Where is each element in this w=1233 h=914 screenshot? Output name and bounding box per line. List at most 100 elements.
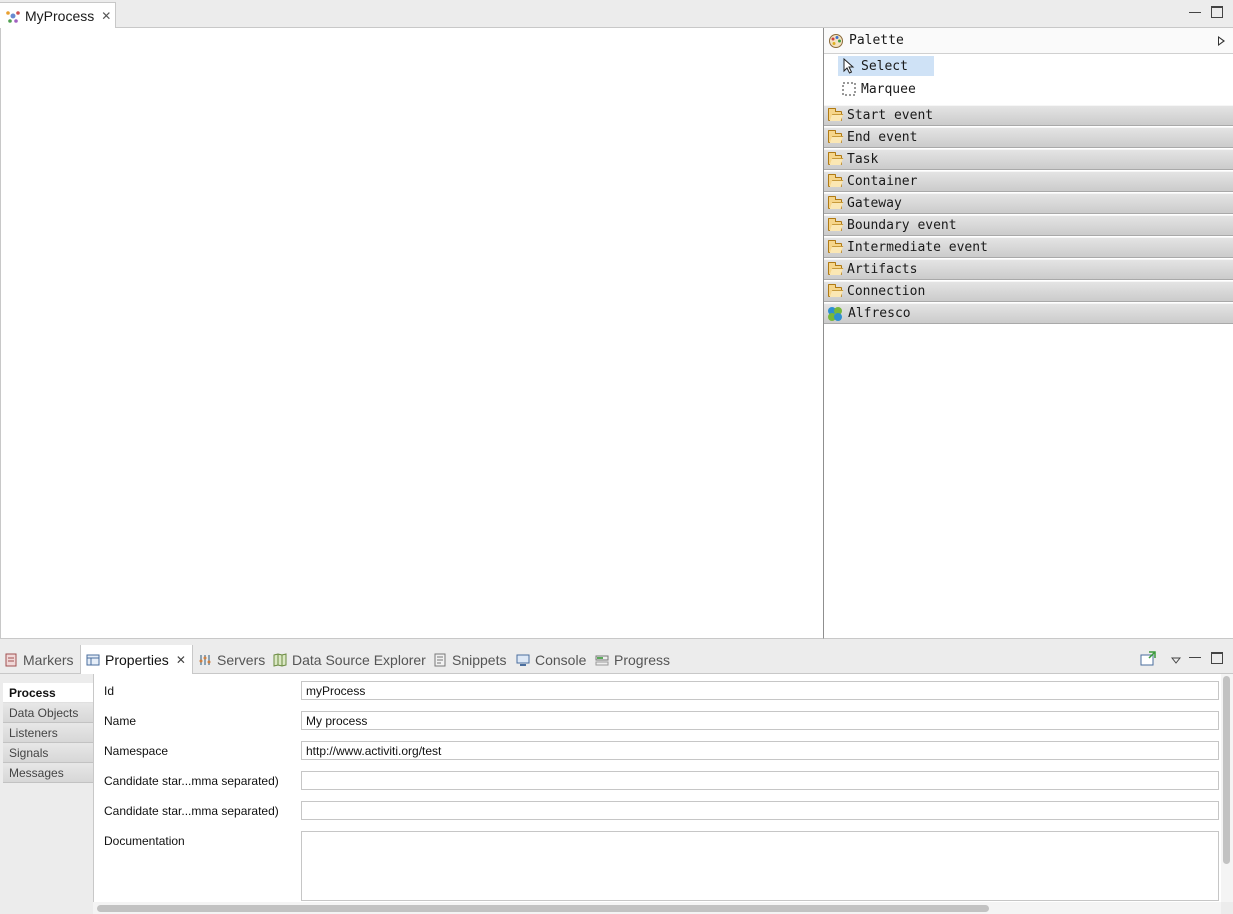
- folder-icon: [828, 195, 842, 209]
- palette-drawer-boundary-event[interactable]: Boundary event: [824, 215, 1233, 236]
- snippets-icon: [433, 653, 447, 667]
- minimize-icon[interactable]: [1189, 6, 1201, 13]
- horizontal-scrollbar[interactable]: [93, 902, 1221, 914]
- tab-label: Data Source Explorer: [292, 651, 426, 668]
- servers-icon: [198, 653, 212, 667]
- tab-properties[interactable]: Properties ✕: [80, 645, 193, 674]
- drawer-label: Gateway: [847, 196, 902, 211]
- progress-icon: [595, 653, 609, 667]
- palette-drawer-connection[interactable]: Connection: [824, 281, 1233, 302]
- open-console-icon[interactable]: [1140, 651, 1156, 667]
- palette-drawer-gateway[interactable]: Gateway: [824, 193, 1233, 214]
- folder-icon: [828, 173, 842, 187]
- namespace-field[interactable]: [301, 741, 1219, 760]
- tab-label: Markers: [23, 651, 74, 668]
- marquee-icon: [842, 82, 856, 96]
- tab-snippets[interactable]: Snippets: [433, 645, 506, 674]
- minimize-icon[interactable]: [1189, 651, 1201, 658]
- id-field[interactable]: [301, 681, 1219, 700]
- drawer-label: Intermediate event: [847, 240, 988, 255]
- alfresco-icon: [827, 306, 843, 322]
- folder-icon: [828, 239, 842, 253]
- prop-tab-process[interactable]: Process: [3, 683, 93, 703]
- drawer-label: Connection: [847, 284, 926, 299]
- cursor-arrow-icon: [842, 58, 856, 74]
- folder-icon: [828, 151, 842, 165]
- diagram-canvas[interactable]: [0, 28, 823, 639]
- tab-markers[interactable]: Markers: [4, 645, 74, 674]
- drawer-label: Container: [847, 174, 918, 189]
- palette-drawer-end-event[interactable]: End event: [824, 127, 1233, 148]
- palette-drawer-artifacts[interactable]: Artifacts: [824, 259, 1233, 280]
- drawer-label: Artifacts: [847, 262, 918, 277]
- candidate-groups-label: Candidate star...mma separated): [104, 804, 279, 818]
- documentation-label: Documentation: [104, 834, 185, 848]
- properties-icon: [86, 653, 100, 667]
- namespace-label: Namespace: [104, 744, 169, 758]
- tab-label: Properties: [105, 651, 169, 668]
- id-label: Id: [104, 684, 115, 698]
- prop-tab-listeners[interactable]: Listeners: [3, 723, 93, 743]
- process-icon: [5, 8, 21, 24]
- palette-title: Palette: [849, 33, 904, 48]
- prop-tab-data-objects[interactable]: Data Objects: [3, 703, 93, 723]
- prop-tab-signals[interactable]: Signals: [3, 743, 93, 763]
- drawer-label: Start event: [847, 108, 934, 123]
- close-icon[interactable]: ✕: [101, 9, 111, 23]
- documentation-field[interactable]: [301, 831, 1219, 901]
- prop-tab-messages[interactable]: Messages: [3, 763, 93, 783]
- vertical-scrollbar[interactable]: [1221, 674, 1233, 902]
- tab-label: Snippets: [452, 651, 507, 668]
- editor-tab-label: MyProcess: [25, 8, 95, 24]
- drawer-label: End event: [847, 130, 918, 145]
- tool-label: Select: [861, 58, 908, 74]
- palette: Palette Select Marquee Start event End e…: [823, 28, 1233, 639]
- name-label: Name: [104, 714, 137, 728]
- palette-drawer-task[interactable]: Task: [824, 149, 1233, 170]
- editor-tab-bar: MyProcess ✕: [0, 0, 1233, 29]
- tab-label: Servers: [217, 651, 266, 668]
- view-tab-bar: Markers Properties ✕ Servers Data Source…: [0, 645, 1233, 674]
- tab-label: Console: [535, 651, 587, 668]
- properties-section-tabs: Process Data Objects Listeners Signals M…: [3, 683, 93, 783]
- palette-tool-select[interactable]: Select: [838, 56, 934, 76]
- palette-drawer-alfresco[interactable]: Alfresco: [824, 303, 1233, 324]
- drawer-label: Boundary event: [847, 218, 957, 233]
- candidate-users-label: Candidate star...mma separated): [104, 774, 279, 788]
- palette-icon: [828, 33, 844, 49]
- palette-collapse-arrow-icon[interactable]: [1218, 36, 1225, 46]
- palette-drawer-start-event[interactable]: Start event: [824, 105, 1233, 126]
- drawer-label: Alfresco: [848, 306, 911, 321]
- tab-label: Progress: [614, 651, 671, 668]
- data-source-icon: [273, 652, 287, 667]
- folder-icon: [828, 283, 842, 297]
- folder-icon: [828, 261, 842, 275]
- drawer-label: Task: [847, 152, 879, 167]
- palette-drawer-container[interactable]: Container: [824, 171, 1233, 192]
- tab-console[interactable]: Console: [516, 645, 586, 674]
- palette-drawer-intermediate-event[interactable]: Intermediate event: [824, 237, 1233, 258]
- maximize-icon[interactable]: [1211, 6, 1223, 18]
- console-icon: [516, 653, 530, 667]
- candidate-users-field[interactable]: [301, 771, 1219, 790]
- tool-label: Marquee: [861, 81, 916, 97]
- properties-panel: Id Name Namespace Candidate star...mma s…: [93, 674, 1221, 902]
- vertical-scrollbar-thumb[interactable]: [1223, 676, 1230, 864]
- tab-progress[interactable]: Progress: [595, 645, 670, 674]
- palette-tool-marquee[interactable]: Marquee: [838, 79, 934, 99]
- tab-data-source-explorer[interactable]: Data Source Explorer: [273, 645, 426, 674]
- folder-icon: [828, 217, 842, 231]
- horizontal-scrollbar-thumb[interactable]: [97, 905, 989, 912]
- candidate-groups-field[interactable]: [301, 801, 1219, 820]
- close-icon[interactable]: ✕: [176, 653, 186, 667]
- markers-icon: [4, 653, 18, 667]
- maximize-icon[interactable]: [1211, 652, 1223, 664]
- folder-icon: [828, 107, 842, 121]
- view-menu-icon[interactable]: [1170, 653, 1182, 664]
- tab-servers[interactable]: Servers: [198, 645, 265, 674]
- folder-icon: [828, 129, 842, 143]
- name-field[interactable]: [301, 711, 1219, 730]
- palette-header[interactable]: Palette: [824, 28, 1233, 54]
- properties-view: Process Data Objects Listeners Signals M…: [0, 674, 1233, 914]
- editor-tab-myprocess[interactable]: MyProcess ✕: [0, 2, 116, 29]
